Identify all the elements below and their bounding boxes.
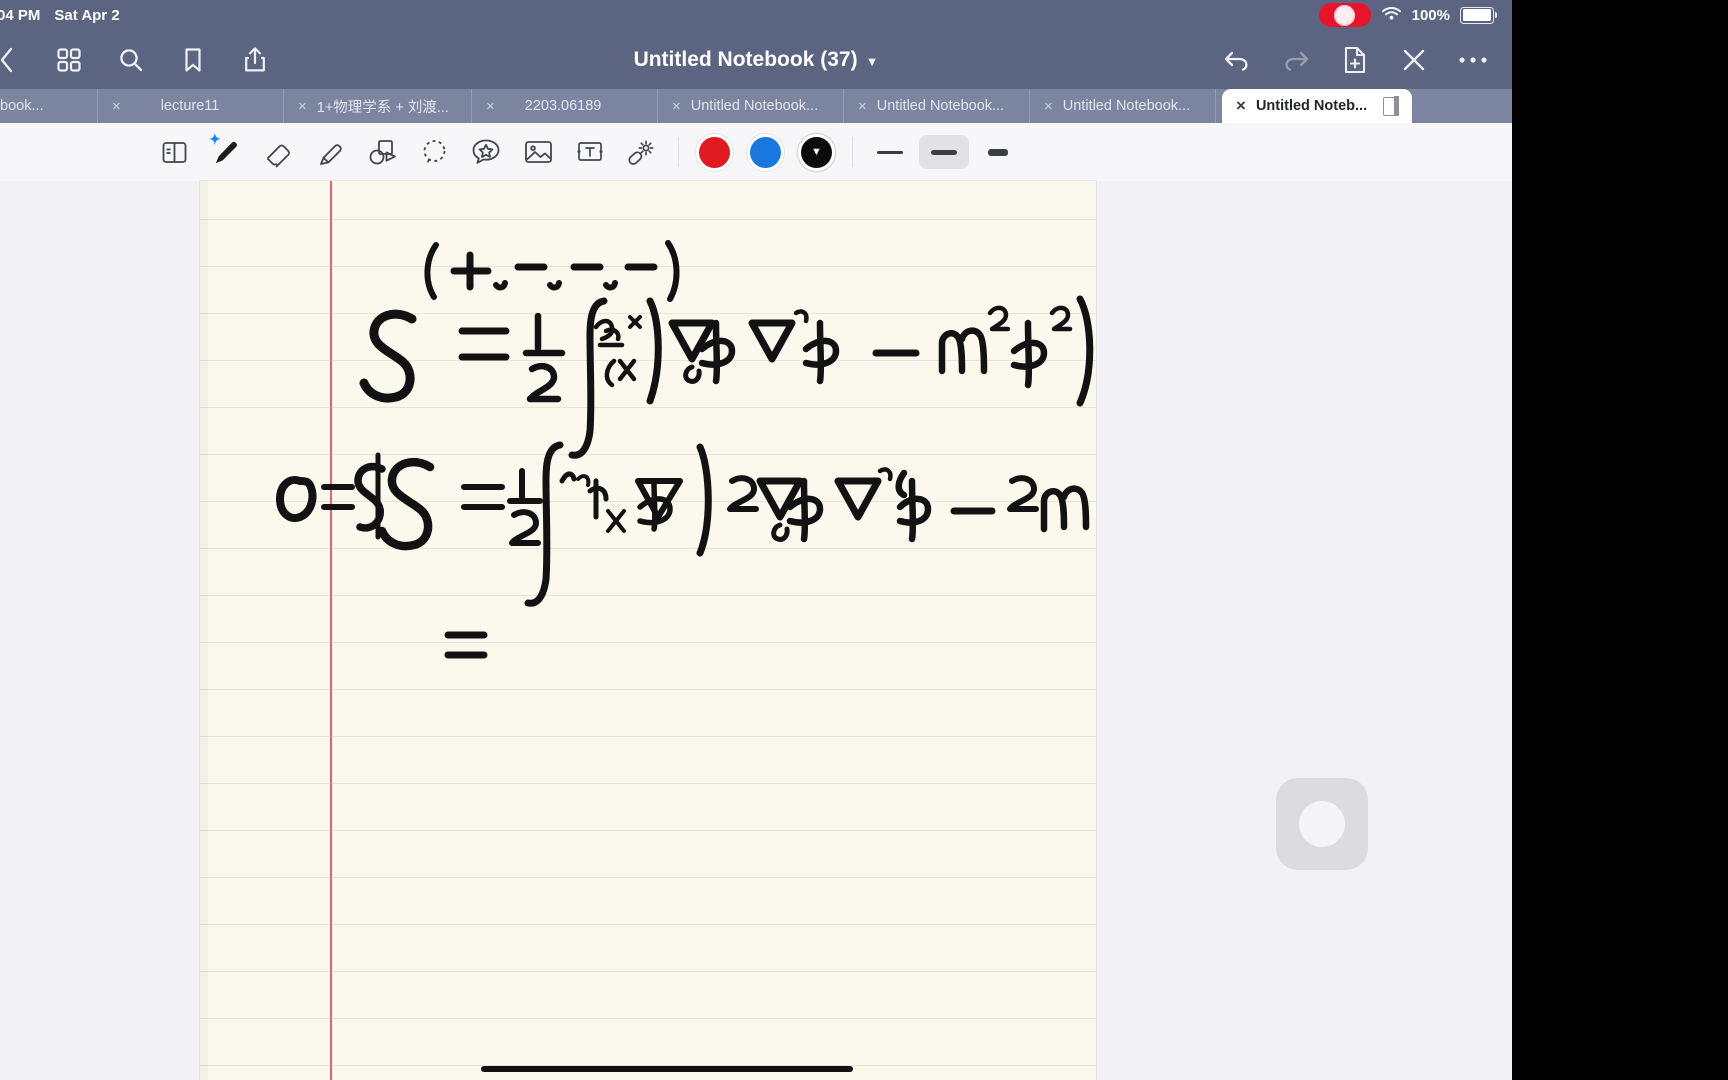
color-swatch-red[interactable] — [699, 136, 730, 168]
record-indicator[interactable] — [1318, 3, 1371, 27]
grid-thumbnails-icon[interactable] — [52, 43, 86, 77]
nav-left-group — [0, 43, 272, 77]
highlighter-icon[interactable] — [304, 127, 356, 177]
ipad-screen: :04 PM Sat Apr 2 100% — [0, 0, 1512, 1080]
tab-item[interactable]: book... — [0, 89, 98, 123]
wifi-icon — [1381, 5, 1402, 25]
new-page-icon[interactable] — [1338, 43, 1372, 77]
tab-close-icon[interactable]: × — [298, 98, 307, 115]
color-swatch-blue[interactable] — [750, 136, 781, 168]
color-swatch-black-selected[interactable]: ▼ — [801, 136, 832, 168]
tab-label: book... — [0, 98, 44, 114]
tab-item[interactable]: × lecture11 — [98, 89, 284, 123]
search-icon[interactable] — [114, 43, 148, 77]
share-icon[interactable] — [238, 43, 272, 77]
bookmark-icon[interactable] — [176, 43, 210, 77]
tab-close-icon[interactable]: × — [1236, 96, 1246, 116]
tab-label: Untitled Notebook... — [876, 98, 1005, 114]
tab-close-icon[interactable]: × — [1044, 98, 1053, 115]
tab-close-icon[interactable]: × — [112, 98, 121, 115]
page-title: Untitled Notebook (37) — [633, 47, 858, 71]
notebook-page[interactable] — [200, 181, 1096, 1080]
nav-right-group — [1220, 43, 1512, 77]
tab-label: 1+物理学系 + 刘渡... — [316, 99, 449, 116]
status-date: Sat Apr 2 — [54, 6, 120, 24]
status-bar-right: 100% — [1318, 3, 1512, 27]
tab-pages-icon — [1383, 95, 1399, 117]
tab-close-icon[interactable]: × — [672, 98, 681, 115]
sticker-icon[interactable] — [460, 127, 512, 177]
more-icon[interactable] — [1456, 43, 1490, 77]
image-icon[interactable] — [512, 127, 564, 177]
record-ring-icon — [1334, 4, 1356, 26]
stroke-thin[interactable] — [865, 135, 915, 169]
undo-icon[interactable] — [1220, 43, 1254, 77]
stroke-medium[interactable] — [919, 135, 969, 169]
toolbar-divider — [678, 137, 679, 167]
tab-strip: book... × lecture11 × 1+物理学系 + 刘渡... × 2… — [0, 89, 1512, 123]
back-chevron-icon[interactable] — [0, 43, 24, 77]
status-bar-left: :04 PM Sat Apr 2 — [0, 7, 120, 24]
tab-item[interactable]: × 1+物理学系 + 刘渡... — [284, 89, 472, 123]
page-panel-icon[interactable] — [148, 127, 200, 177]
battery-full-icon — [1460, 6, 1497, 24]
chevron-down-icon: ▼ — [865, 53, 879, 69]
floating-dot-icon — [1299, 801, 1345, 847]
pen-icon[interactable]: ✦ — [200, 127, 252, 177]
screen-bezel-right — [1512, 0, 1728, 1080]
tab-label: Untitled Notebook... — [1062, 98, 1191, 114]
close-icon[interactable] — [1397, 43, 1431, 77]
notebook-canvas[interactable] — [0, 181, 1512, 1080]
floating-home-indicator[interactable] — [1276, 778, 1368, 870]
tab-label: 2203.06189 — [524, 98, 602, 114]
page-bottom-handle[interactable] — [481, 1066, 853, 1072]
tab-close-icon[interactable]: × — [858, 98, 867, 115]
redo-icon[interactable] — [1279, 43, 1313, 77]
stroke-thick[interactable] — [973, 135, 1023, 169]
laser-pointer-icon[interactable] — [616, 127, 668, 177]
status-bar: :04 PM Sat Apr 2 100% — [0, 0, 1512, 30]
drawing-toolbar: ✦ ▼ — [0, 123, 1512, 182]
handwritten-notes — [200, 181, 1096, 1080]
tab-item[interactable]: × Untitled Notebook... — [658, 89, 844, 123]
shapes-icon[interactable] — [356, 127, 408, 177]
toolbar-divider — [852, 137, 853, 167]
tab-label: Untitled Noteb... — [1255, 98, 1368, 114]
battery-percent: 100% — [1411, 6, 1450, 24]
lasso-select-icon[interactable] — [408, 127, 460, 177]
chevron-down-icon: ▼ — [811, 146, 822, 158]
tab-item[interactable]: × Untitled Notebook... — [844, 89, 1030, 123]
nav-bar: Untitled Notebook (37) ▼ — [0, 30, 1512, 89]
tab-item[interactable]: × 2203.06189 — [472, 89, 658, 123]
tab-label: Untitled Notebook... — [690, 98, 819, 114]
tab-item-active[interactable]: × Untitled Noteb... — [1222, 89, 1412, 123]
bluetooth-badge-icon: ✦ — [209, 131, 221, 147]
text-box-icon[interactable] — [564, 127, 616, 177]
tab-label: lecture11 — [160, 98, 220, 114]
tab-item[interactable]: × Untitled Notebook... — [1030, 89, 1216, 123]
status-time: :04 PM — [0, 6, 41, 24]
tab-close-icon[interactable]: × — [486, 98, 495, 115]
eraser-icon[interactable] — [252, 127, 304, 177]
